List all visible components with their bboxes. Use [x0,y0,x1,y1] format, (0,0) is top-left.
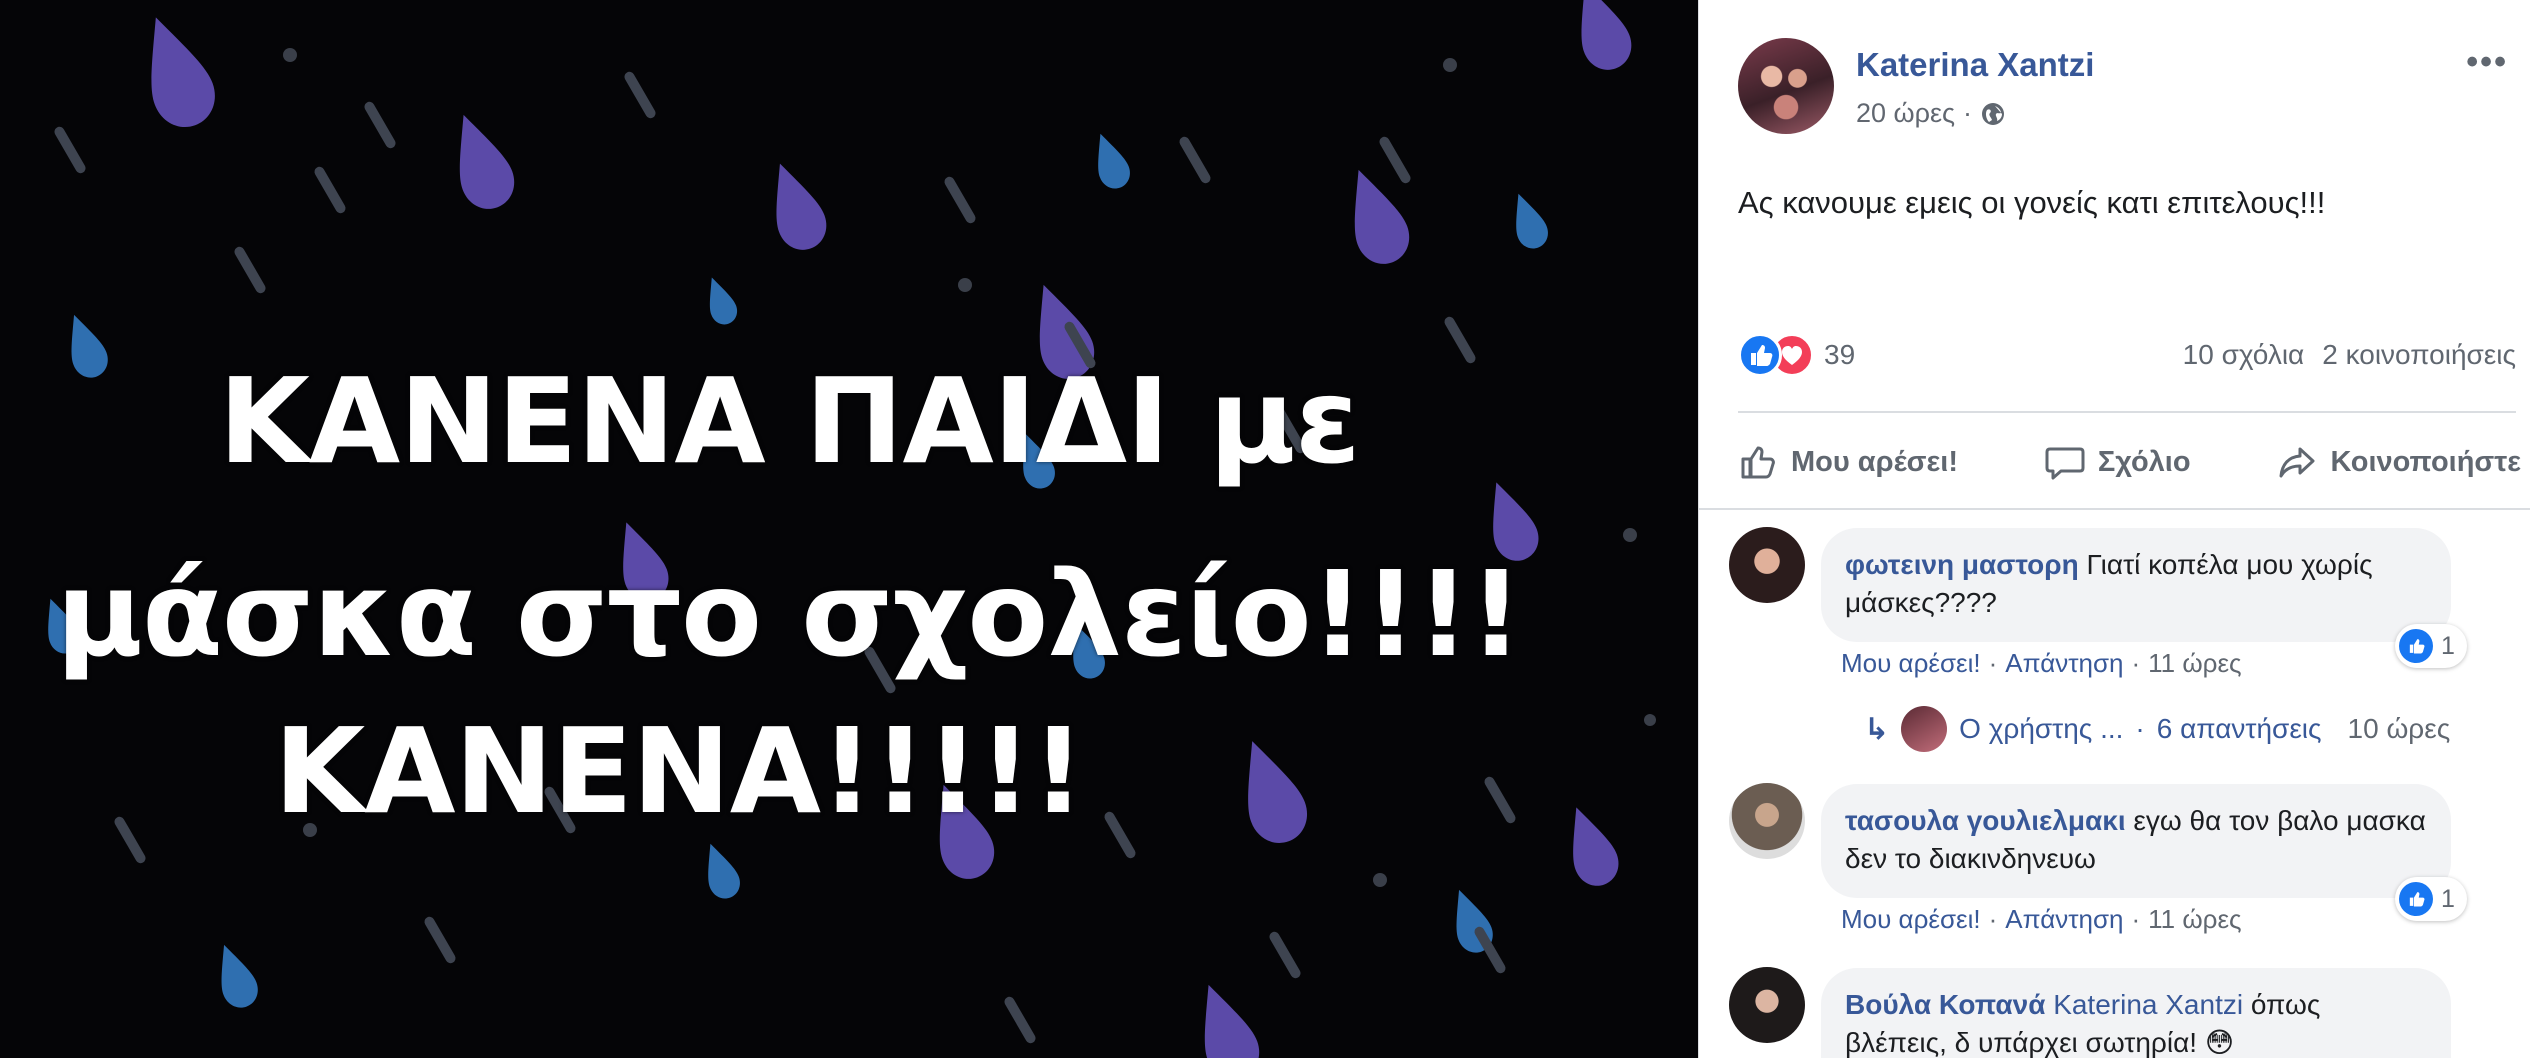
like-reaction-icon [2399,629,2433,663]
comment-bubble: τασουλα γουλιελμακι εγω θα τον βαλο μασκ… [1821,784,2451,898]
meta-separator: · [1963,98,1973,128]
separator: · [2131,648,2141,678]
divider [1699,508,2530,510]
comment-actions: Μου αρέσει! · Απάντηση · 11 ώρες [1841,904,2242,935]
comment-mention-link[interactable]: Katerina Xantzi [2053,989,2243,1020]
globe-icon[interactable] [1980,101,2006,127]
separator: · [1988,904,1998,934]
comment-reply-link[interactable]: Απάντηση [2005,648,2123,679]
share-arrow-icon [2279,447,2315,478]
view-replies-link[interactable]: ↳ Ο χρήστης ... · 6 απαντήσεις 10 ώρες [1864,706,2450,752]
like-button[interactable]: Μου αρέσει! [1729,437,1966,487]
comment-author-link[interactable]: τασουλα γουλιελμακι [1845,805,2126,836]
commenter-avatar[interactable] [1729,967,1805,1043]
overlay-text-line-3: ΚΑΝΕΝΑ!!!!! [273,702,1085,840]
comment-like-link[interactable]: Μου αρέσει! [1841,648,1981,679]
commenter-avatar[interactable] [1729,527,1805,603]
comment-reply-link[interactable]: Απάντηση [2005,904,2123,935]
author-name-link[interactable]: Katerina Xantzi [1856,46,2094,84]
separator: · [2131,904,2141,934]
comment-bubble: φωτεινη μαστορη Γιατί κοπέλα μου χωρίς μ… [1821,528,2451,642]
replies-count: 6 απαντήσεις [2156,713,2322,744]
comment-timestamp[interactable]: 11 ώρες [2148,648,2241,679]
like-reaction-icon[interactable] [1738,333,1782,377]
comment-actions: Μου αρέσει! · Απάντηση · 11 ώρες [1841,648,2242,679]
replies-timestamp: 10 ώρες [2347,713,2451,744]
thumbs-up-icon [1741,446,1775,479]
shares-count-link[interactable]: 2 κοινοποιήσεις [2322,339,2516,371]
commenter-avatar[interactable] [1729,783,1805,859]
comments-count-link[interactable]: 10 σχόλια [2183,339,2305,371]
comment-author-link[interactable]: Βούλα Κοπανά [1845,989,2045,1020]
comment-button-label: Σχόλιο [2097,445,2191,478]
post-text: Ας κανουμε εμεις οι γονείς κατι επιτελου… [1738,185,2326,220]
comment-bubble-icon [2045,447,2085,480]
reply-user: Ο χρήστης ... [1959,713,2124,744]
overlay-text-line-1: ΚΑΝΕΝΑ ΠΑΙΔΙ με [218,352,1360,490]
comment-button[interactable]: Σχόλιο [2036,437,2199,487]
separator: · [2135,713,2145,744]
engagement-counts: 10 σχόλια 2 κοινοποιήσεις [2183,339,2516,371]
reply-arrow-icon: ↳ [1864,712,1890,746]
divider [1738,411,2516,413]
comment-timestamp[interactable]: 11 ώρες [2148,904,2241,935]
overlay-text-line-2: μάσκα στο σχολείο!!!! [56,545,1523,683]
share-button[interactable]: Κοινοποιήστε [2268,437,2529,487]
reactions-summary: 39 10 σχόλια 2 κοινοποιήσεις [1738,330,2516,380]
post-meta: 20 ώρες · [1856,98,2006,129]
share-button-label: Κοινοποιήστε [2330,445,2521,478]
comment-like-badge[interactable]: 1 [2395,877,2467,921]
post-actions: Μου αρέσει! Σχόλιο Κοινοποιήστε [1729,432,2529,492]
post-timestamp[interactable]: 20 ώρες [1856,98,1955,129]
comment-like-count: 1 [2441,884,2455,913]
raindrops-background [35,0,1656,1058]
reply-user-avatar [1901,706,1948,752]
reaction-count[interactable]: 39 [1824,339,1855,371]
comment-author-link[interactable]: φωτεινη μαστορη [1845,549,2079,580]
comment-like-link[interactable]: Μου αρέσει! [1841,904,1981,935]
more-options-icon[interactable]: ••• [2466,45,2508,79]
like-button-label: Μου αρέσει! [1791,445,1958,478]
post-photo[interactable]: ΚΑΝΕΝΑ ΠΑΙΔΙ με μάσκα στο σχολείο!!!! ΚΑ… [0,0,1698,1058]
author-avatar[interactable] [1738,38,1834,134]
comment-bubble: Βούλα Κοπανά Katerina Xantzi όπως βλέπει… [1821,968,2451,1058]
post-side-panel: Katerina Xantzi 20 ώρες · ••• Ας κανουμε… [1698,0,2530,1058]
comment-like-badge[interactable]: 1 [2395,624,2467,668]
comment-like-count: 1 [2441,631,2455,660]
separator: · [1988,648,1998,678]
like-reaction-icon [2399,882,2433,916]
